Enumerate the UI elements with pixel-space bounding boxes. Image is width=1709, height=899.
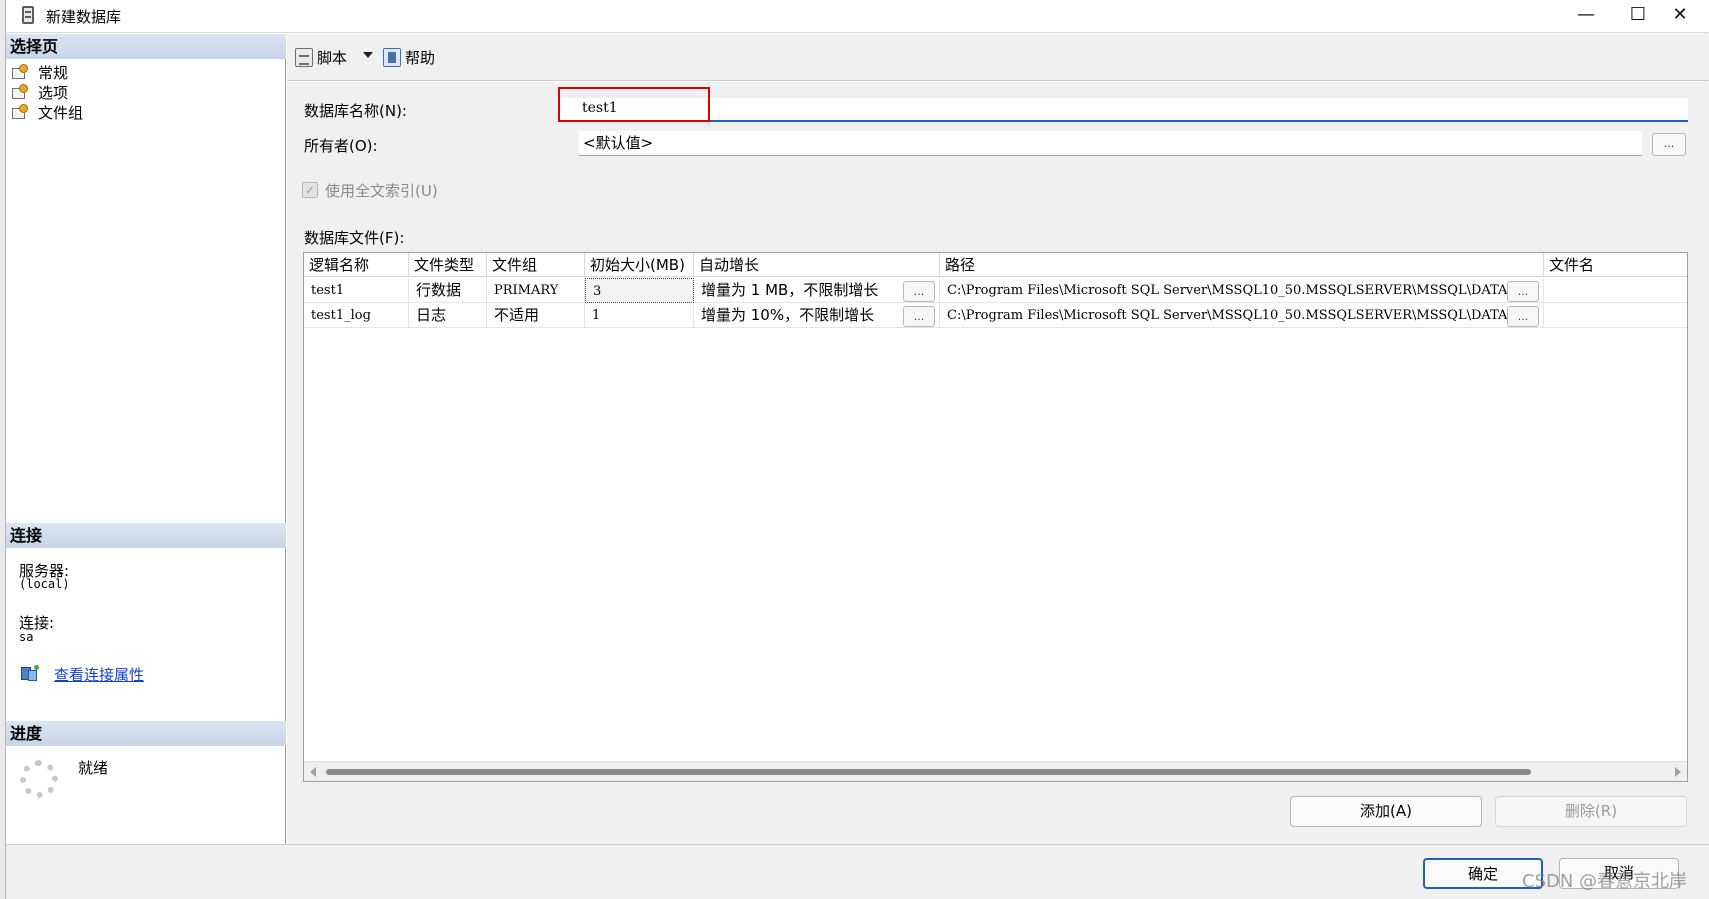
cell-initial-size[interactable]: 1 (585, 303, 694, 328)
cell-path[interactable]: C:\Program Files\Microsoft SQL Server\MS… (940, 303, 1544, 328)
path-browse-button[interactable]: ... (1507, 306, 1539, 327)
path-browse-button[interactable]: ... (1507, 281, 1539, 302)
database-icon (22, 6, 34, 24)
column-header-file-type[interactable]: 文件类型 (409, 253, 487, 277)
page-item-general[interactable]: 常规 (11, 62, 68, 82)
fulltext-label: 使用全文索引(U) (325, 182, 438, 200)
column-header-initial-size[interactable]: 初始大小(MB) (585, 253, 694, 277)
cell-initial-size[interactable]: 3 (585, 278, 694, 303)
progress-header: 进度 (6, 721, 286, 746)
page-settings-icon (11, 103, 30, 121)
window-title: 新建数据库 (46, 8, 122, 26)
left-panel: 选择页 常规 选项 文件组 连接 服务器: (local) 连接: sa 查看连… (6, 34, 286, 844)
fulltext-checkbox: ✓ (302, 182, 318, 198)
toolbar: 脚本 帮助 (287, 34, 1709, 81)
scrollbar-thumb[interactable] (326, 769, 1531, 775)
db-files-label: 数据库文件(F): (304, 229, 405, 247)
page-item-label: 常规 (38, 63, 69, 82)
grid-horizontal-scrollbar[interactable] (304, 761, 1687, 781)
db-name-label: 数据库名称(N): (304, 102, 407, 120)
cell-file-name[interactable] (1544, 278, 1687, 303)
autogrowth-browse-button[interactable]: ... (903, 281, 935, 302)
page-settings-icon (11, 63, 30, 81)
title-bar: 新建数据库 — ☐ ✕ (6, 0, 1709, 33)
view-connection-properties-link[interactable]: 查看连接属性 (54, 664, 144, 685)
db-name-input[interactable]: test1 (560, 98, 1688, 122)
column-header-file-name[interactable]: 文件名 (1544, 253, 1687, 277)
column-header-path[interactable]: 路径 (940, 253, 1544, 277)
add-button[interactable]: 添加(A) (1290, 796, 1482, 827)
column-header-autogrowth[interactable]: 自动增长 (694, 253, 940, 277)
page-settings-icon (11, 83, 30, 101)
cell-file-type[interactable]: 行数据 (409, 278, 487, 303)
close-button[interactable]: ✕ (1651, 0, 1709, 32)
page-item-label: 选项 (38, 83, 69, 102)
remove-button[interactable]: 删除(R) (1495, 796, 1687, 827)
column-header-logical-name[interactable]: 逻辑名称 (304, 253, 409, 277)
server-value: (local) (19, 577, 70, 591)
connection-properties-icon (19, 664, 41, 683)
watermark: CSDN @春意京北岸 (1522, 871, 1688, 892)
scroll-right-icon[interactable] (1675, 767, 1681, 777)
help-icon (383, 47, 401, 67)
cell-logical-name[interactable]: test1_log (304, 303, 409, 328)
help-label: 帮助 (405, 48, 436, 67)
db-files-grid[interactable]: 逻辑名称 文件类型 文件组 初始大小(MB) 自动增长 路径 文件名 test1… (303, 252, 1688, 782)
progress-spinner-icon (20, 760, 58, 798)
connection-value: sa (19, 630, 34, 644)
progress-status: 就绪 (78, 759, 109, 777)
cell-path[interactable]: C:\Program Files\Microsoft SQL Server\MS… (940, 278, 1544, 303)
db-name-highlight (558, 87, 710, 122)
owner-browse-button[interactable]: ... (1652, 133, 1686, 156)
page-item-label: 文件组 (38, 103, 84, 122)
cell-filegroup[interactable]: PRIMARY (487, 278, 585, 303)
cell-logical-name[interactable]: test1 (304, 278, 409, 303)
page-item-filegroups[interactable]: 文件组 (11, 102, 83, 122)
minimize-button[interactable]: — (1557, 0, 1615, 32)
help-button[interactable]: 帮助 (383, 45, 435, 69)
script-label: 脚本 (317, 48, 348, 67)
autogrowth-browse-button[interactable]: ... (903, 306, 935, 327)
connection-header: 连接 (6, 523, 286, 548)
cell-filegroup[interactable]: 不适用 (487, 303, 585, 328)
owner-label: 所有者(O): (304, 137, 378, 155)
script-icon (295, 47, 313, 67)
page-item-options[interactable]: 选项 (11, 82, 68, 102)
cell-file-type[interactable]: 日志 (409, 303, 487, 328)
owner-input[interactable]: <默认值> (579, 131, 1642, 156)
cell-file-name[interactable] (1544, 303, 1687, 328)
select-page-header: 选择页 (6, 34, 286, 59)
script-dropdown-arrow-icon[interactable] (363, 52, 373, 58)
script-button[interactable]: 脚本 (295, 45, 347, 69)
scroll-left-icon[interactable] (310, 767, 316, 777)
column-header-filegroup[interactable]: 文件组 (487, 253, 585, 277)
